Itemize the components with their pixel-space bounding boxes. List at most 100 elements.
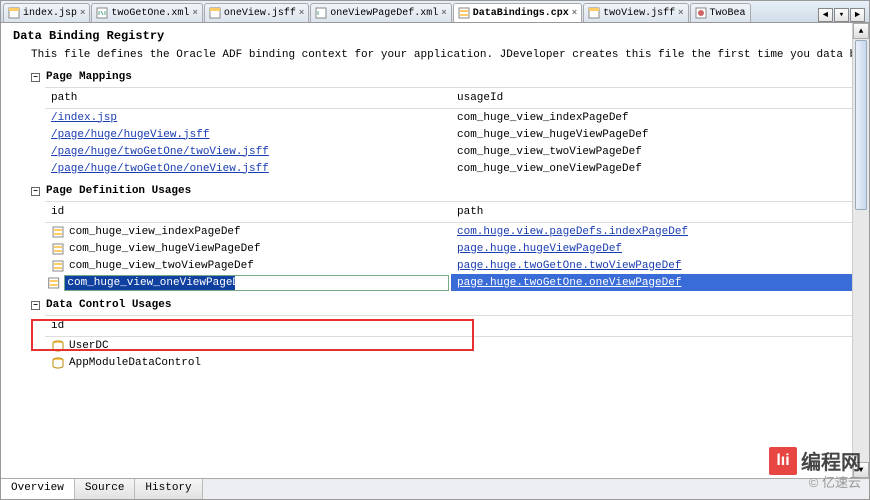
tab-twoview-jsff[interactable]: twoView.jsff×	[583, 3, 688, 22]
path-link[interactable]: /page/huge/hugeView.jsff	[51, 129, 209, 141]
section-title: Data Control Usages	[46, 299, 171, 311]
column-path: path /index.jsp /page/huge/hugeView.jsff…	[45, 88, 451, 177]
vertical-scrollbar[interactable]: ▲ ▼	[852, 23, 869, 478]
path-link[interactable]: page.huge.twoGetOne.oneViewPageDef	[457, 277, 681, 289]
table-row[interactable]: com_huge_view_indexPageDef	[451, 109, 857, 126]
bottom-tab-source[interactable]: Source	[75, 479, 136, 499]
id-value: com_huge_view_twoViewPageDef	[69, 260, 254, 272]
tab-label: TwoBea	[710, 8, 746, 19]
tabs-scroll-left-button[interactable]: ◄	[818, 8, 833, 22]
jsff-icon	[209, 7, 221, 19]
scroll-thumb[interactable]	[855, 40, 867, 210]
tab-index-jsp[interactable]: index.jsp×	[3, 3, 90, 22]
tab-label: oneView.jsff	[224, 8, 296, 19]
pagedef-icon	[51, 243, 65, 255]
tab-oneview-jsff[interactable]: oneView.jsff×	[204, 3, 309, 22]
path-link[interactable]: /page/huge/twoGetOne/oneView.jsff	[51, 163, 269, 175]
close-icon[interactable]: ×	[572, 8, 577, 18]
table-row[interactable]: page.huge.twoGetOne.twoViewPageDef	[451, 257, 857, 274]
tab-twobean-java[interactable]: TwoBea	[690, 3, 751, 22]
tab-twogetone-xml[interactable]: twoGetOne.xml×	[91, 3, 202, 22]
watermark-logo-icon: lıi	[769, 447, 797, 475]
column-id: id UserDC AppModuleDataControl	[45, 316, 857, 371]
table-row[interactable]: /index.jsp	[45, 109, 451, 126]
table-row[interactable]: AppModuleDataControl	[45, 354, 857, 371]
section-header-page-def-usages[interactable]: − Page Definition Usages	[31, 185, 857, 197]
page-mappings-table: path /index.jsp /page/huge/hugeView.jsff…	[45, 87, 857, 177]
path-link[interactable]: /page/huge/twoGetOne/twoView.jsff	[51, 146, 269, 158]
usageid-value: com_huge_view_hugeViewPageDef	[457, 129, 648, 141]
column-usageid: usageId com_huge_view_indexPageDef com_h…	[451, 88, 857, 177]
column-path: path com.huge.view.pageDefs.indexPageDef…	[451, 202, 857, 291]
section-title: Page Mappings	[46, 71, 132, 83]
column-header[interactable]: id	[45, 202, 451, 223]
xml-icon	[96, 7, 108, 19]
tabs-list-button[interactable]: ▾	[834, 8, 849, 22]
section-header-page-mappings[interactable]: − Page Mappings	[31, 71, 857, 83]
column-header[interactable]: usageId	[451, 88, 857, 109]
table-row[interactable]: com_huge_view_oneViewPageDef	[451, 160, 857, 177]
table-row[interactable]: UserDC	[45, 337, 857, 354]
collapse-icon[interactable]: −	[31, 187, 40, 196]
tabs-scroll-right-button[interactable]: ►	[850, 8, 865, 22]
id-value: AppModuleDataControl	[69, 357, 201, 369]
editor-main: Data Binding Registry This file defines …	[1, 23, 869, 478]
pagedef-icon	[51, 226, 65, 238]
usageid-value: com_huge_view_twoViewPageDef	[457, 146, 642, 158]
bottom-tabs-bar: Overview Source History	[1, 478, 869, 499]
section-header-data-control-usages[interactable]: − Data Control Usages	[31, 299, 857, 311]
tab-databindings-cpx[interactable]: DataBindings.cpx×	[453, 3, 582, 22]
close-icon[interactable]: ×	[678, 8, 683, 18]
close-icon[interactable]: ×	[441, 8, 446, 18]
jsp-icon	[8, 7, 20, 19]
close-icon[interactable]: ×	[80, 8, 85, 18]
tab-oneviewpagedef-xml[interactable]: oneViewPageDef.xml×	[310, 3, 451, 22]
table-row-editing[interactable]	[45, 274, 451, 291]
id-edit-input[interactable]	[64, 275, 449, 291]
path-link[interactable]: com.huge.view.pageDefs.indexPageDef	[457, 226, 688, 238]
table-row[interactable]: /page/huge/twoGetOne/oneView.jsff	[45, 160, 451, 177]
column-header[interactable]: path	[45, 88, 451, 109]
tab-label: index.jsp	[23, 8, 77, 19]
section-page-def-usages: − Page Definition Usages id com_huge_vie…	[31, 185, 857, 291]
table-row[interactable]: com_huge_view_twoViewPageDef	[451, 143, 857, 160]
column-header[interactable]: id	[45, 316, 857, 337]
java-icon	[695, 7, 707, 19]
table-row-selected[interactable]: page.huge.twoGetOne.oneViewPageDef	[451, 274, 857, 291]
xml-icon	[315, 7, 327, 19]
data-control-usages-table: id UserDC AppModuleDataControl	[45, 315, 857, 371]
bottom-tab-overview[interactable]: Overview	[1, 479, 75, 499]
jsff-icon	[588, 7, 600, 19]
table-row[interactable]: com_huge_view_hugeViewPageDef	[451, 126, 857, 143]
collapse-icon[interactable]: −	[31, 73, 40, 82]
table-row[interactable]: /page/huge/hugeView.jsff	[45, 126, 451, 143]
table-row[interactable]: com_huge_view_twoViewPageDef	[45, 257, 451, 274]
column-id: id com_huge_view_indexPageDef com_huge_v…	[45, 202, 451, 291]
watermark-sub: © 亿速云	[809, 472, 861, 491]
table-row[interactable]: com_huge_view_indexPageDef	[45, 223, 451, 240]
page-title: Data Binding Registry	[13, 29, 857, 43]
path-link[interactable]: /index.jsp	[51, 112, 117, 124]
id-value: com_huge_view_hugeViewPageDef	[69, 243, 260, 255]
table-row[interactable]: com_huge_view_hugeViewPageDef	[45, 240, 451, 257]
watermark: lıi 编程网	[769, 446, 861, 475]
id-value: UserDC	[69, 340, 109, 352]
collapse-icon[interactable]: −	[31, 301, 40, 310]
path-link[interactable]: page.huge.twoGetOne.twoViewPageDef	[457, 260, 681, 272]
tab-label: twoGetOne.xml	[111, 8, 189, 19]
pagedef-icon	[47, 277, 60, 289]
scroll-up-button[interactable]: ▲	[853, 23, 869, 39]
pagedef-icon	[51, 260, 65, 272]
usageid-value: com_huge_view_oneViewPageDef	[457, 163, 642, 175]
path-link[interactable]: page.huge.hugeViewPageDef	[457, 243, 622, 255]
tab-label: oneViewPageDef.xml	[330, 8, 438, 19]
table-row[interactable]: page.huge.hugeViewPageDef	[451, 240, 857, 257]
table-row[interactable]: /page/huge/twoGetOne/twoView.jsff	[45, 143, 451, 160]
id-value: com_huge_view_indexPageDef	[69, 226, 241, 238]
table-row[interactable]: com.huge.view.pageDefs.indexPageDef	[451, 223, 857, 240]
close-icon[interactable]: ×	[299, 8, 304, 18]
column-header[interactable]: path	[451, 202, 857, 223]
usageid-value: com_huge_view_indexPageDef	[457, 112, 629, 124]
bottom-tab-history[interactable]: History	[135, 479, 202, 499]
close-icon[interactable]: ×	[192, 8, 197, 18]
